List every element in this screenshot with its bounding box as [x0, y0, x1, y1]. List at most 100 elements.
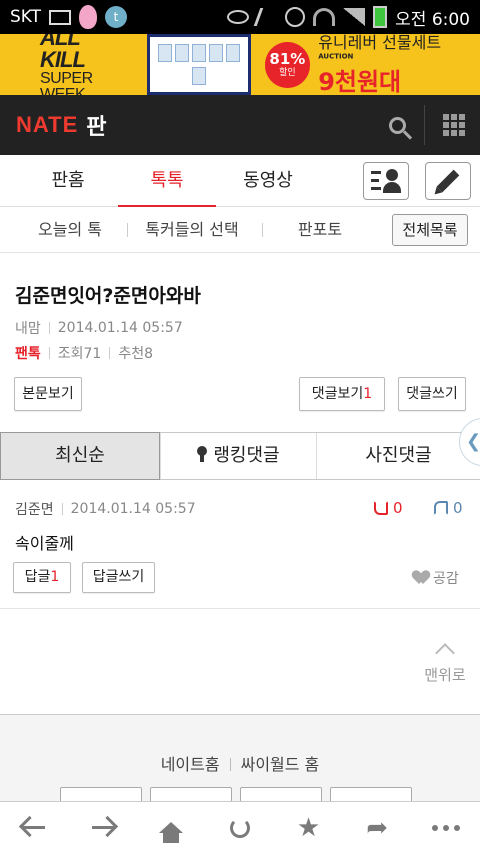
- post-author: 내맘: [15, 321, 41, 337]
- bookmark-star-icon: ★: [296, 812, 321, 843]
- product-image: [147, 34, 251, 95]
- search-button[interactable]: [372, 95, 422, 155]
- comment-count: 1: [363, 386, 373, 402]
- post-views: 조회71: [57, 346, 102, 362]
- discount-label: 할인: [279, 67, 296, 78]
- pencil-icon: [436, 169, 460, 193]
- browser-toolbar: ★ ➦: [0, 801, 480, 853]
- dislike-count: 0: [453, 499, 463, 517]
- nate-logo[interactable]: NATE: [16, 112, 78, 138]
- carrier-label: SKT: [10, 7, 42, 27]
- reply-label: 답글: [24, 569, 51, 585]
- menu-button[interactable]: [437, 95, 471, 155]
- section-title[interactable]: 판: [86, 109, 106, 141]
- reply-button[interactable]: 답글1: [13, 562, 71, 593]
- post-recommends: 추천8: [118, 346, 154, 362]
- tab-toktok[interactable]: 톡톡: [118, 155, 216, 208]
- subtab-today[interactable]: 오늘의 톡: [20, 207, 120, 253]
- site-header: NATE 판: [0, 95, 480, 155]
- ranking-label: 랭킹댓글: [213, 445, 280, 466]
- promo-price: 9천원대: [318, 67, 402, 95]
- footer-link-cyworld-home[interactable]: 싸이월드 홈: [241, 755, 320, 774]
- subtab-divider: [262, 223, 263, 237]
- battery-icon: [373, 6, 388, 28]
- auction-logo: AUCTION: [318, 52, 354, 61]
- to-top-label: 맨위로: [424, 666, 466, 684]
- subtab-divider: [127, 223, 128, 237]
- back-button[interactable]: [10, 806, 58, 850]
- tab-pan-home[interactable]: 판홈: [26, 155, 110, 207]
- profile-list-icon: [371, 169, 401, 193]
- alarm-icon: [285, 7, 306, 27]
- chevron-up-icon: [435, 643, 455, 663]
- post-stats: 팬톡 조회71 추천8: [15, 343, 153, 363]
- thumbs-down-icon: [434, 501, 448, 515]
- comment-text: 속이줄께: [15, 534, 74, 553]
- post-category[interactable]: 팬톡: [15, 343, 41, 363]
- tab-photo-comments[interactable]: 사진댓글: [316, 433, 480, 479]
- share-icon: ➦: [366, 812, 388, 843]
- more-button[interactable]: [422, 806, 470, 850]
- wifi-icon: [313, 8, 336, 26]
- comment-date: 2014.01.14 05:57: [70, 501, 196, 517]
- forward-button[interactable]: [79, 806, 127, 850]
- back-arrow-icon: [23, 826, 46, 829]
- divider: [0, 608, 480, 609]
- tab-video[interactable]: 동영상: [226, 155, 310, 207]
- main-tabs: 판홈 톡톡 동영상: [0, 155, 480, 208]
- search-icon: [388, 116, 406, 134]
- chevron-left-icon: ❮: [466, 431, 480, 452]
- banner-title: ALL KILL: [40, 34, 86, 72]
- write-reply-button[interactable]: 답글쓰기: [82, 562, 155, 593]
- mute-icon: [253, 8, 281, 26]
- heart-icon: [413, 571, 429, 585]
- banner-subtitle: SUPER WEEK: [40, 69, 93, 95]
- bunny-icon: [79, 5, 98, 29]
- reload-button[interactable]: [216, 806, 264, 850]
- home-button[interactable]: [147, 806, 195, 850]
- forward-arrow-icon: [91, 826, 114, 829]
- share-button[interactable]: ➦: [353, 806, 401, 850]
- footer-links: 네이트홈 싸이월드 홈: [0, 751, 480, 775]
- sub-tabs: 오늘의 톡 톡커들의 선택 판포토 전체목록: [0, 207, 480, 253]
- empathy-label: 공감: [433, 571, 459, 587]
- eye-icon: [227, 10, 250, 24]
- mail-icon: [49, 9, 72, 25]
- dislike-button[interactable]: 0: [434, 499, 463, 517]
- bookmark-button[interactable]: ★: [285, 806, 333, 850]
- promo-text: 유니레버 선물세트 AUCTION 9천원대: [318, 34, 480, 95]
- discount-percent: 81%: [269, 49, 306, 68]
- discount-badge: 81% 할인: [264, 41, 311, 88]
- home-icon: [159, 822, 184, 843]
- status-bar: SKT t 오전 6:00: [0, 0, 480, 34]
- tab-ranking-comments[interactable]: 랭킹댓글: [160, 433, 316, 479]
- thumbs-up-icon: [374, 501, 388, 515]
- grid-menu-icon: [443, 114, 465, 136]
- post-meta: 내맘 2014.01.14 05:57: [15, 318, 183, 338]
- footer: 네이트홈 싸이월드 홈: [0, 715, 480, 817]
- write-post-button[interactable]: [425, 162, 471, 200]
- allkill-logo: ALL KILL SUPER WEEK: [0, 34, 129, 95]
- empathy-button[interactable]: 공감: [413, 568, 459, 588]
- my-page-button[interactable]: [363, 162, 409, 200]
- comment-author: 김준면: [15, 502, 54, 518]
- subtab-photo[interactable]: 판포토: [272, 207, 368, 253]
- post-date: 2014.01.14 05:57: [57, 320, 183, 336]
- reply-count: 1: [50, 569, 60, 585]
- comment-meta: 김준면 2014.01.14 05:57: [15, 499, 196, 519]
- scroll-to-top-button[interactable]: 맨위로: [420, 640, 470, 685]
- reload-icon: [229, 817, 250, 838]
- like-button[interactable]: 0: [374, 499, 403, 517]
- ad-banner[interactable]: ALL KILL SUPER WEEK 81% 할인 유니레버 선물세트 AUC…: [0, 34, 480, 95]
- view-body-button[interactable]: 본문보기: [14, 377, 82, 411]
- subtab-choice[interactable]: 톡커들의 선택: [136, 207, 248, 253]
- write-comment-button[interactable]: 댓글쓰기: [398, 377, 466, 411]
- footer-link-nate-home[interactable]: 네이트홈: [161, 755, 220, 774]
- view-comments-button[interactable]: 댓글보기1: [299, 377, 385, 411]
- all-list-button[interactable]: 전체목록: [392, 214, 468, 246]
- talk-icon: t: [105, 6, 128, 28]
- like-count: 0: [393, 499, 403, 517]
- tab-latest-comments[interactable]: 최신순: [0, 432, 160, 480]
- view-comments-label: 댓글보기: [311, 386, 364, 402]
- page: SKT t 오전 6:00 ALL KILL SUPER WEEK 81% 할인: [0, 0, 480, 853]
